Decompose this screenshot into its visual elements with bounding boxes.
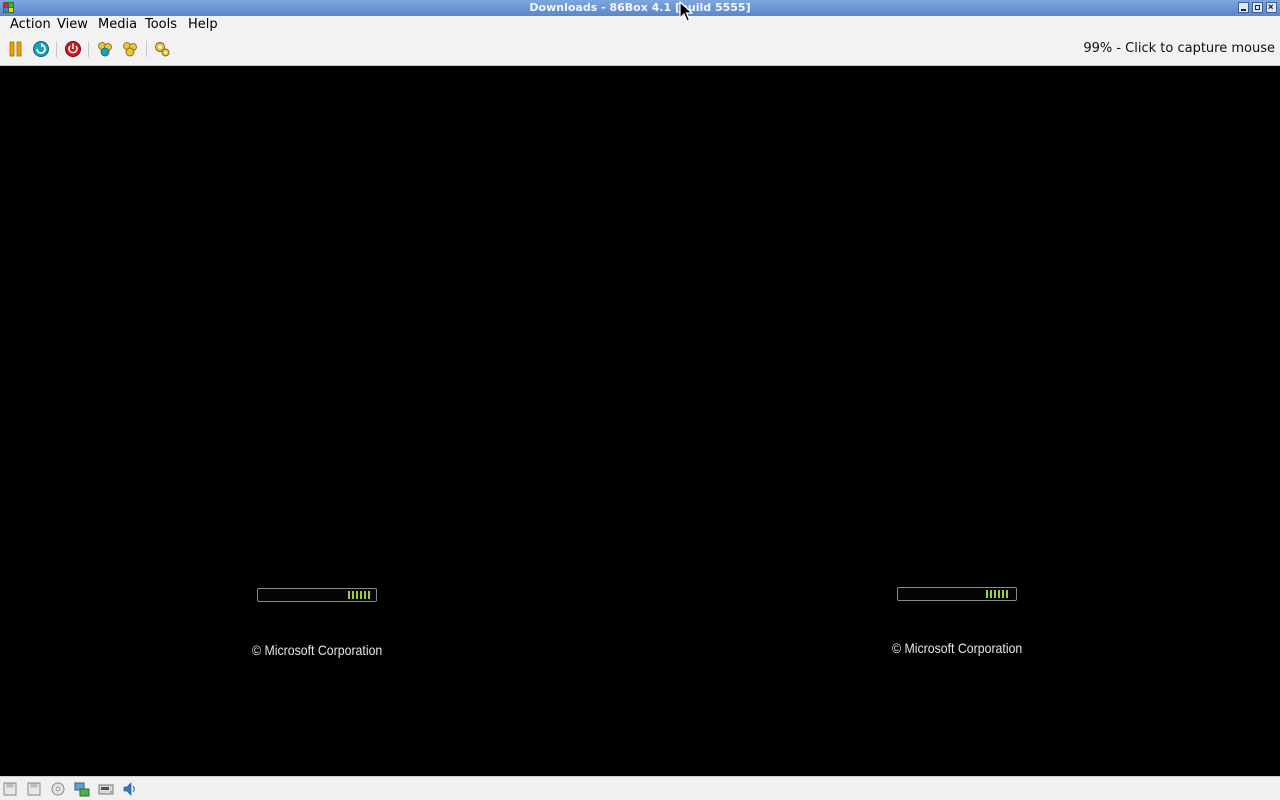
mouse-capture-status[interactable]: 99% - Click to capture mouse bbox=[1083, 41, 1275, 57]
toolbar-separator bbox=[56, 41, 57, 57]
acpi-shutdown-icon[interactable] bbox=[64, 40, 82, 58]
title-bar[interactable]: Downloads - 86Box 4.1 [build 5555] bbox=[0, 0, 1280, 16]
mouse-cursor-icon bbox=[679, 1, 693, 22]
network-icon[interactable] bbox=[74, 781, 90, 797]
boot-progress-bar bbox=[257, 588, 377, 602]
boot-progress-bar bbox=[897, 587, 1017, 601]
menu-help[interactable]: Help bbox=[188, 17, 218, 33]
ctrl-alt-del-icon[interactable] bbox=[96, 40, 114, 58]
progress-segment bbox=[990, 590, 992, 598]
settings-icon[interactable] bbox=[153, 40, 171, 58]
copyright-text: © Microsoft Corporation bbox=[892, 640, 1023, 656]
floppy-b-icon[interactable] bbox=[26, 781, 42, 797]
progress-segment bbox=[1006, 590, 1008, 598]
progress-segment bbox=[364, 591, 366, 599]
window-title: Downloads - 86Box 4.1 [build 5555] bbox=[529, 1, 751, 14]
progress-segment bbox=[360, 591, 362, 599]
cdrom-icon[interactable] bbox=[50, 781, 66, 797]
progress-segment bbox=[352, 591, 354, 599]
pause-icon[interactable] bbox=[7, 40, 25, 58]
progress-segment bbox=[356, 591, 358, 599]
close-icon[interactable] bbox=[1266, 2, 1277, 13]
menu-tools[interactable]: Tools bbox=[145, 17, 177, 33]
sound-icon[interactable] bbox=[122, 781, 138, 797]
progress-segment bbox=[994, 590, 996, 598]
emulator-screen[interactable]: © Microsoft Corporation © Microsoft Corp… bbox=[0, 66, 1280, 776]
toolbar-separator bbox=[88, 41, 89, 57]
menu-action[interactable]: Action bbox=[10, 17, 51, 33]
menu-media[interactable]: Media bbox=[98, 17, 137, 33]
menu-view[interactable]: View bbox=[57, 17, 88, 33]
progress-segment bbox=[998, 590, 1000, 598]
progress-segment bbox=[348, 591, 350, 599]
minimize-icon[interactable] bbox=[1238, 2, 1249, 13]
hard-disk-icon[interactable] bbox=[98, 781, 114, 797]
toolbar: 99% - Click to capture mouse bbox=[0, 34, 1280, 66]
ctrl-alt-esc-icon[interactable] bbox=[121, 40, 139, 58]
maximize-icon[interactable] bbox=[1252, 2, 1263, 13]
status-bar bbox=[0, 776, 1280, 800]
progress-segment bbox=[1002, 590, 1004, 598]
progress-segment bbox=[986, 590, 988, 598]
progress-segment bbox=[368, 591, 370, 599]
toolbar-separator bbox=[146, 41, 147, 57]
floppy-a-icon[interactable] bbox=[2, 781, 18, 797]
hard-reset-icon[interactable] bbox=[32, 40, 50, 58]
copyright-text: © Microsoft Corporation bbox=[252, 642, 383, 658]
menu-bar: Action View Media Tools Help bbox=[0, 16, 1280, 34]
